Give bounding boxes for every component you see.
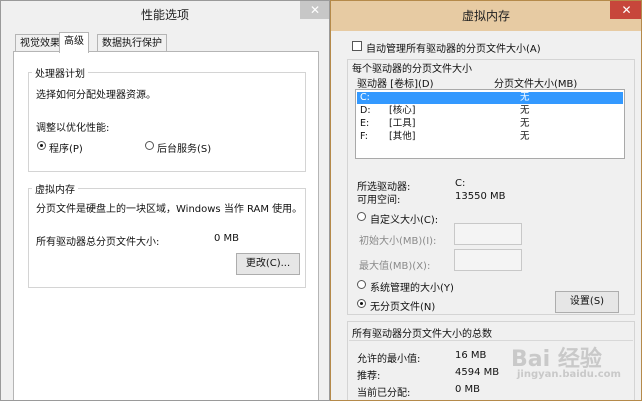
vm-total-label: 所有驱动器总分页文件大小: — [36, 237, 160, 248]
vm-desc: 分页文件是硬盘上的一块区域，Windows 当作 RAM 使用。 — [36, 204, 303, 215]
selected-drive-value: C: — [455, 178, 466, 189]
drive-label: [其他] — [389, 131, 416, 142]
min-label: 允许的最小值: — [357, 354, 421, 365]
free-space-label: 可用空间: — [357, 195, 401, 206]
drive-letter: D: — [360, 105, 371, 116]
drive-letter: F: — [360, 131, 368, 142]
drive-row[interactable]: D: [核心] 无 — [357, 105, 623, 117]
drive-label: [核心] — [389, 105, 416, 116]
min-value: 16 MB — [455, 350, 487, 361]
drive-size: 无 — [520, 105, 530, 116]
current-label: 当前已分配: — [357, 388, 411, 399]
services-label[interactable]: 后台服务(S) — [157, 140, 211, 155]
per-drive-title: 每个驱动器的分页文件大小 — [352, 64, 472, 75]
col-drive-header: 驱动器 [卷标](D) — [357, 79, 434, 90]
change-button[interactable]: 更改(C)... — [236, 253, 300, 275]
col-size-header: 分页文件大小(MB) — [494, 79, 578, 90]
baidu-watermark-url: jingyan.baidu.com — [517, 369, 621, 380]
close-icon: ✕ — [621, 3, 632, 17]
tab-advanced[interactable]: 高级 — [59, 32, 89, 53]
free-space-value: 13550 MB — [455, 191, 506, 202]
perf-close-button[interactable]: ✕ — [300, 1, 329, 19]
vm-total-value: 0 MB — [214, 233, 240, 244]
perf-tab-panel: 处理器计划 选择如何分配处理器资源。 调整以优化性能: 程序(P) 后台服务(S… — [13, 51, 319, 400]
close-icon: ✕ — [309, 3, 321, 17]
custom-size-radio[interactable] — [357, 212, 366, 221]
vmem-close-button[interactable]: ✕ — [610, 1, 641, 19]
drive-listbox[interactable]: C: 无 D: [核心] 无 E: [工具] 无 F: [其他] 无 — [355, 89, 625, 159]
system-managed-label[interactable]: 系统管理的大小(Y) — [370, 279, 454, 294]
recommended-value: 4594 MB — [455, 367, 500, 378]
perf-title: 性能选项 — [140, 8, 189, 22]
adjust-label: 调整以优化性能: — [36, 123, 110, 134]
drive-size: 无 — [520, 131, 530, 142]
performance-options-window: 性能选项 ✕ 视觉效果 高级 数据执行保护 处理器计划 选择如何分配处理器资源。… — [0, 0, 330, 401]
drive-label: [工具] — [389, 118, 416, 129]
initial-size-input[interactable] — [454, 223, 522, 245]
auto-manage-checkbox[interactable] — [352, 41, 362, 51]
no-paging-radio[interactable] — [357, 299, 366, 308]
vmem-titlebar: 虚拟内存 ✕ — [331, 1, 641, 31]
initial-size-label: 初始大小(MB)(I): — [359, 236, 437, 247]
auto-manage-label[interactable]: 自动管理所有驱动器的分页文件大小(A) — [366, 40, 541, 55]
drive-row[interactable]: E: [工具] 无 — [357, 118, 623, 130]
drive-size: 无 — [520, 118, 530, 129]
max-size-label: 最大值(MB)(X): — [359, 261, 431, 272]
drive-row[interactable]: C: 无 — [357, 92, 623, 104]
services-radio[interactable] — [145, 141, 154, 150]
set-button[interactable]: 设置(S) — [555, 291, 619, 313]
vm-group-title: 虚拟内存 — [32, 181, 78, 196]
drive-size: 无 — [520, 92, 530, 103]
current-value: 0 MB — [455, 384, 481, 395]
drive-letter: E: — [360, 118, 370, 129]
drive-letter: C: — [360, 92, 370, 103]
custom-size-label[interactable]: 自定义大小(C): — [370, 211, 438, 226]
virtual-memory-window: 虚拟内存 ✕ 自动管理所有驱动器的分页文件大小(A) 每个驱动器的分页文件大小 … — [330, 0, 642, 401]
programs-label[interactable]: 程序(P) — [49, 140, 83, 155]
vmem-title: 虚拟内存 — [461, 9, 510, 23]
cpu-desc: 选择如何分配处理器资源。 — [36, 90, 156, 101]
no-paging-label[interactable]: 无分页文件(N) — [370, 298, 435, 313]
programs-radio[interactable] — [37, 141, 46, 150]
system-managed-radio[interactable] — [357, 280, 366, 289]
recommended-label: 推荐: — [357, 371, 381, 382]
cpu-group-title: 处理器计划 — [32, 65, 88, 80]
totals-title: 所有驱动器分页文件大小的总数 — [352, 329, 492, 340]
max-size-input[interactable] — [454, 249, 522, 271]
perf-titlebar: 性能选项 ✕ — [1, 1, 329, 29]
drive-row[interactable]: F: [其他] 无 — [357, 131, 623, 143]
